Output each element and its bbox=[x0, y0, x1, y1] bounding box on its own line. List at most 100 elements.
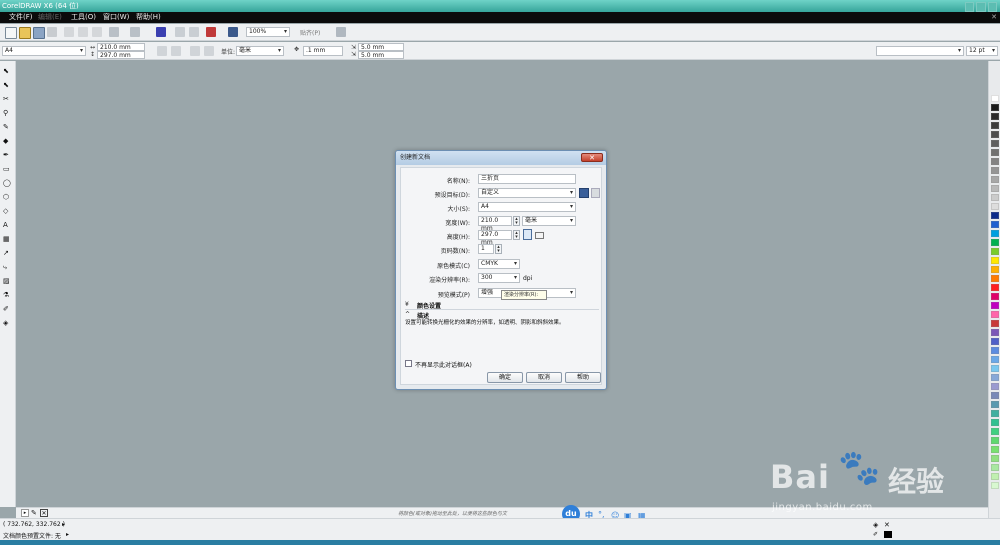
preset-select[interactable]: 自定义 bbox=[478, 188, 576, 198]
font-size-select[interactable]: 12 pt bbox=[966, 46, 998, 56]
zoom-level-select[interactable]: 100% bbox=[246, 27, 290, 37]
dialog-close-button[interactable]: ✕ bbox=[581, 153, 603, 162]
palette-swatch[interactable] bbox=[991, 275, 999, 282]
freehand-tool-icon[interactable]: ✎ bbox=[3, 123, 12, 132]
dont-show-checkbox[interactable] bbox=[405, 360, 412, 367]
palette-swatch[interactable] bbox=[991, 176, 999, 183]
menu-window[interactable]: 窗口(W) bbox=[103, 12, 129, 23]
palette-swatch[interactable] bbox=[991, 122, 999, 129]
duplicate-y-input[interactable]: 5.0 mm bbox=[358, 51, 404, 59]
publish-pdf-icon[interactable] bbox=[206, 27, 216, 37]
palette-swatch[interactable] bbox=[991, 104, 999, 111]
copy-icon[interactable] bbox=[78, 27, 88, 37]
basic-shapes-icon[interactable]: ◇ bbox=[3, 207, 12, 216]
play-icon[interactable]: ▸ bbox=[21, 509, 29, 517]
pick-icon[interactable]: ✎ bbox=[31, 509, 37, 517]
pages-spinner[interactable]: ▴ ▾ bbox=[495, 244, 502, 254]
print-icon[interactable] bbox=[47, 27, 57, 37]
palette-swatch[interactable] bbox=[991, 266, 999, 273]
width-unit-select[interactable]: 毫米 bbox=[522, 216, 576, 226]
description-toggle[interactable]: 描述 bbox=[417, 311, 429, 320]
size-select[interactable]: A4 bbox=[478, 202, 576, 212]
ellipse-tool-icon[interactable]: ◯ bbox=[3, 179, 12, 188]
open-icon[interactable] bbox=[19, 27, 31, 39]
palette-swatch[interactable] bbox=[991, 464, 999, 471]
new-document-icon[interactable] bbox=[5, 27, 17, 39]
resolution-select[interactable]: 300 bbox=[478, 273, 520, 283]
menu-help[interactable]: 帮助(H) bbox=[136, 12, 161, 23]
palette-swatch[interactable] bbox=[991, 257, 999, 264]
crop-tool-icon[interactable]: ✂ bbox=[3, 95, 12, 104]
palette-swatch[interactable] bbox=[991, 329, 999, 336]
palette-swatch[interactable] bbox=[991, 131, 999, 138]
document-color-profile[interactable]: 文档颜色预置文件: 无 bbox=[3, 531, 61, 540]
palette-swatch[interactable] bbox=[991, 401, 999, 408]
menu-close-icon[interactable]: ✕ bbox=[991, 12, 997, 23]
save-preset-icon[interactable] bbox=[579, 188, 589, 198]
cancel-button[interactable]: 取消 bbox=[526, 372, 562, 383]
outline-pen-indicator-icon[interactable]: ✐ bbox=[873, 531, 878, 538]
palette-swatch[interactable] bbox=[991, 230, 999, 237]
export-icon[interactable] bbox=[189, 27, 199, 37]
palette-swatch[interactable] bbox=[991, 365, 999, 372]
name-input[interactable]: 三折页 bbox=[478, 174, 576, 184]
palette-swatch[interactable] bbox=[991, 482, 999, 489]
artistic-media-icon[interactable]: ✒ bbox=[3, 151, 12, 160]
maximize-icon[interactable] bbox=[976, 2, 986, 12]
current-page-icon[interactable] bbox=[204, 46, 214, 56]
redo-icon[interactable] bbox=[130, 27, 140, 37]
collapse-chevron-icon[interactable]: ^ bbox=[405, 311, 410, 318]
pages-input[interactable]: 1 bbox=[478, 244, 494, 254]
text-tool-icon[interactable]: A bbox=[3, 221, 12, 230]
undo-icon[interactable] bbox=[109, 27, 119, 37]
height-input[interactable]: 297.0 mm bbox=[478, 230, 512, 246]
palette-swatch[interactable] bbox=[991, 221, 999, 228]
options-icon[interactable] bbox=[336, 27, 346, 37]
delete-preset-icon[interactable] bbox=[591, 188, 600, 198]
palette-swatch[interactable] bbox=[991, 140, 999, 147]
palette-swatch[interactable] bbox=[991, 356, 999, 363]
expand-chevron-icon[interactable]: ¥ bbox=[405, 301, 409, 308]
palette-swatch[interactable] bbox=[991, 374, 999, 381]
landscape-orientation-icon[interactable] bbox=[535, 232, 544, 239]
palette-swatch[interactable] bbox=[991, 185, 999, 192]
font-list-select[interactable] bbox=[876, 46, 964, 56]
palette-swatch[interactable] bbox=[991, 320, 999, 327]
application-launcher-icon[interactable] bbox=[228, 27, 238, 37]
palette-swatch[interactable] bbox=[991, 158, 999, 165]
coords-arrow-icon[interactable]: ▸ bbox=[62, 521, 65, 528]
portrait-icon[interactable] bbox=[157, 46, 167, 56]
eyedropper-icon[interactable]: ⚗ bbox=[3, 291, 12, 300]
table-tool-icon[interactable]: ▦ bbox=[3, 235, 12, 244]
palette-swatch[interactable] bbox=[991, 473, 999, 480]
palette-swatch[interactable] bbox=[991, 311, 999, 318]
palette-swatch[interactable] bbox=[991, 437, 999, 444]
menu-file[interactable]: 文件(F) bbox=[9, 12, 33, 23]
fill-tool-icon[interactable]: ◈ bbox=[3, 319, 12, 328]
no-fill-icon[interactable]: ✕ bbox=[40, 509, 48, 517]
page-width-input[interactable]: 210.0 mm bbox=[97, 43, 145, 51]
palette-swatch[interactable] bbox=[991, 446, 999, 453]
palette-swatch[interactable] bbox=[991, 410, 999, 417]
connector-tool-icon[interactable]: ⤷ bbox=[3, 263, 12, 272]
paste-icon[interactable] bbox=[92, 27, 102, 37]
palette-swatch[interactable] bbox=[991, 149, 999, 156]
import-icon[interactable] bbox=[175, 27, 185, 37]
palette-swatch[interactable] bbox=[991, 338, 999, 345]
page-size-select[interactable]: A4 bbox=[2, 46, 86, 56]
menu-tools[interactable]: 工具(O) bbox=[71, 12, 96, 23]
save-icon[interactable] bbox=[33, 27, 45, 39]
menu-edit[interactable]: 编辑(E) bbox=[38, 12, 62, 23]
palette-swatch[interactable] bbox=[991, 95, 999, 102]
minimize-icon[interactable] bbox=[965, 2, 975, 12]
palette-swatch[interactable] bbox=[991, 194, 999, 201]
profile-arrow-icon[interactable]: ▸ bbox=[66, 531, 69, 538]
help-button[interactable]: 帮助 bbox=[565, 372, 601, 383]
width-spinner[interactable]: ▴ ▾ bbox=[513, 216, 520, 226]
palette-swatch[interactable] bbox=[991, 392, 999, 399]
search-content-icon[interactable] bbox=[156, 27, 166, 37]
palette-swatch[interactable] bbox=[991, 293, 999, 300]
rectangle-tool-icon[interactable]: ▭ bbox=[3, 165, 12, 174]
close-window-icon[interactable] bbox=[987, 2, 997, 12]
palette-swatch[interactable] bbox=[991, 239, 999, 246]
